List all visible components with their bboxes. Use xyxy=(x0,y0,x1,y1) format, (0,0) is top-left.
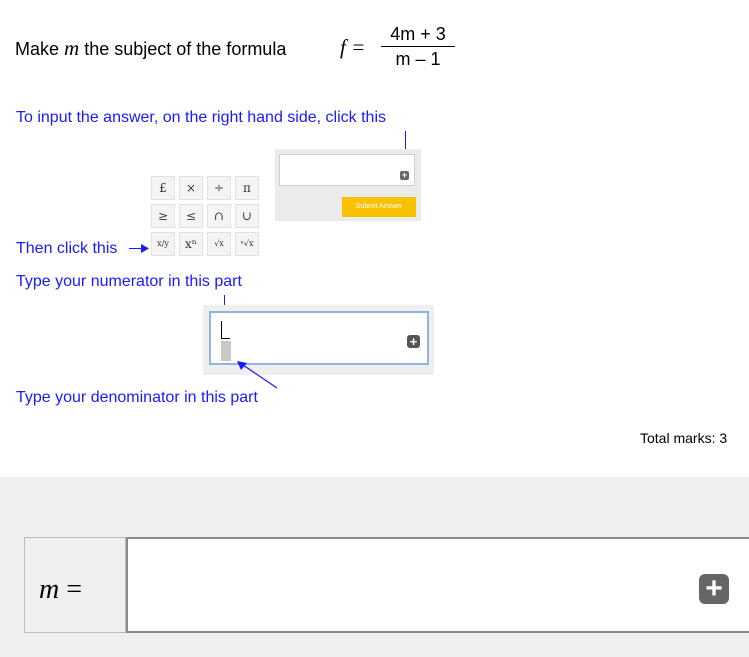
keypad-toggle-icon[interactable]: + xyxy=(699,574,729,604)
key-power: xⁿ xyxy=(179,232,203,256)
instruction-step1: To input the answer, on the right hand s… xyxy=(16,109,386,126)
instruction-step4: Type your denominator in this part xyxy=(16,389,258,406)
key-geq: ≥ xyxy=(151,204,175,228)
key-multiply: × xyxy=(179,176,203,200)
question-suffix: the subject of the formula xyxy=(84,39,287,59)
key-pi: π xyxy=(235,176,259,200)
formula-fraction: 4m + 3 m – 1 xyxy=(381,24,455,70)
key-intersect: ∩ xyxy=(207,204,231,228)
answer-label-variable: m xyxy=(39,574,60,605)
instruction-step2: Then click this xyxy=(16,240,118,257)
example-input-panel: + Submit Answer xyxy=(275,149,421,221)
answer-label-equals: = xyxy=(66,574,83,605)
example-numerator-slot xyxy=(221,321,230,339)
key-pound: £ xyxy=(151,176,175,200)
formula-denominator: m – 1 xyxy=(395,49,441,69)
key-leq: ≤ xyxy=(179,204,203,228)
key-nthroot: ⁿ√x xyxy=(235,232,259,256)
answer-input[interactable] xyxy=(126,537,749,633)
arrow-step2-head xyxy=(141,244,149,253)
example-denominator-slot xyxy=(221,341,231,361)
example-plus-icon: + xyxy=(400,170,409,180)
formula-lhs: f = xyxy=(340,35,366,59)
example-input-box: + xyxy=(279,154,415,186)
example-fraction-input: + xyxy=(209,311,429,365)
example-keypad: £ × ÷ π ≥ ≤ ∩ ∪ x/y xⁿ √x ⁿ√x xyxy=(151,176,259,256)
fraction-bar xyxy=(381,46,455,47)
key-union: ∪ xyxy=(235,204,259,228)
key-divide: ÷ xyxy=(207,176,231,200)
answer-area: m = + xyxy=(0,477,749,657)
example-plus-icon-large: + xyxy=(407,335,420,348)
key-sqrt: √x xyxy=(207,232,231,256)
question-variable: m xyxy=(64,36,80,60)
arrow-step4 xyxy=(237,361,278,389)
answer-label: m = xyxy=(39,574,82,606)
instruction-step3: Type your numerator in this part xyxy=(16,273,242,290)
answer-label-box: m = xyxy=(24,537,126,633)
question-prefix: Make xyxy=(15,39,60,59)
total-marks: Total marks: 3 xyxy=(640,430,728,446)
formula-numerator: 4m + 3 xyxy=(390,24,446,44)
example-submit-button: Submit Answer xyxy=(342,197,416,217)
key-fraction: x/y xyxy=(151,232,175,256)
